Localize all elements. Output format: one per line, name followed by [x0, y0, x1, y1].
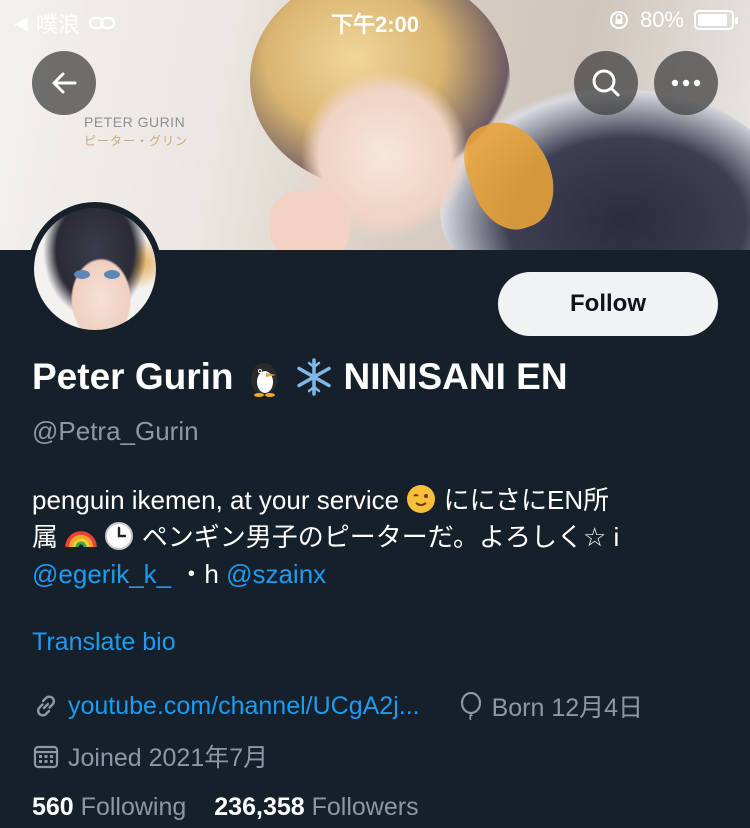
bio-text-4: ペンギン男子のピーターだ。よろしく☆ i: [141, 522, 620, 552]
followers-label: Followers: [311, 793, 419, 821]
rotation-lock-icon: [609, 11, 628, 29]
followers-count: 236,358: [214, 793, 305, 821]
winking-face-emoji-icon: [407, 485, 436, 513]
balloon-icon: [460, 692, 481, 720]
bio-line-2: 属 ペンギン男子のピーターだ。よろしく☆ i: [32, 519, 732, 556]
followers-stat[interactable]: 236,358 Followers: [214, 793, 418, 822]
bio-text-2: ににさにEN所: [443, 485, 610, 515]
bio-mention-egerik[interactable]: @egerik_k_: [32, 559, 171, 589]
profile-avatar[interactable]: [28, 202, 162, 336]
banner-caption-jp: ピーター・グリン: [84, 134, 189, 148]
follow-button[interactable]: Follow: [498, 272, 718, 336]
avatar-art-eye-left: [74, 270, 90, 279]
profile-bio: penguin ikemen, at your service ににさにEN所 …: [32, 482, 732, 593]
bio-mention-szainx[interactable]: @szainx: [226, 559, 326, 589]
bio-line-3: @egerik_k_ ・h @szainx: [32, 556, 732, 593]
bio-text-3: 属: [32, 522, 59, 552]
profile-meta-row-2: Joined 2021年7月: [32, 738, 268, 774]
penguin-emoji-icon: [250, 363, 277, 397]
clock-emoji-icon: [105, 522, 134, 550]
bio-separator: ・h: [178, 559, 219, 589]
profile-meta-row-1: youtube.com/channel/UCgA2j... Born 12月4日: [32, 688, 643, 724]
profile-stats: 560 Following 236,358 Followers: [32, 793, 419, 822]
translate-bio-link[interactable]: Translate bio: [32, 628, 176, 657]
profile-website-link[interactable]: youtube.com/channel/UCgA2j...: [68, 692, 420, 721]
display-name-suffix: NINISANI EN: [343, 356, 568, 397]
following-label: Following: [80, 793, 187, 821]
status-bar: ◀ 噗浪 下午2:00 80%: [0, 0, 750, 40]
avatar-art-eye-right: [104, 270, 120, 279]
rainbow-emoji-icon: [65, 531, 97, 548]
bio-text-1: penguin ikemen, at your service: [32, 485, 400, 515]
display-name: Peter Gurin NINISANI EN: [32, 356, 568, 398]
search-icon: [592, 69, 620, 97]
link-icon: [36, 695, 56, 717]
display-name-text: Peter Gurin: [32, 356, 234, 397]
battery-icon: [694, 10, 738, 30]
avatar-image: [34, 208, 156, 330]
calendar-icon: [33, 745, 59, 769]
search-button[interactable]: [574, 51, 638, 115]
back-button[interactable]: [32, 51, 96, 115]
battery-percent: 80%: [639, 7, 684, 32]
following-count: 560: [32, 793, 74, 821]
arrow-left-icon: [52, 72, 77, 94]
bio-line-1: penguin ikemen, at your service ににさにEN所: [32, 482, 732, 519]
more-button[interactable]: [654, 51, 718, 115]
profile-birthday: Born 12月4日: [491, 694, 644, 722]
more-icon: [671, 79, 701, 87]
banner-art-hand: [270, 190, 350, 250]
profile-handle: @Petra_Gurin: [32, 416, 199, 446]
banner-caption-en: PETER GURIN: [84, 114, 186, 130]
snowflake-emoji-icon: [296, 358, 331, 396]
status-right: 80%: [608, 7, 738, 33]
profile-joined-date: Joined 2021年7月: [68, 744, 269, 772]
following-stat[interactable]: 560 Following: [32, 793, 186, 822]
